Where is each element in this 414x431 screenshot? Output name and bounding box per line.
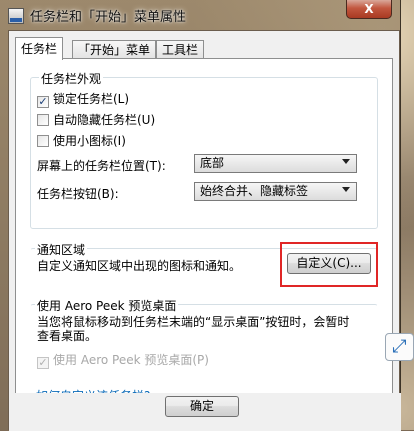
lock-taskbar-checkbox[interactable]: ✓ <box>37 96 49 108</box>
ok-button[interactable]: 确定 <box>165 396 239 417</box>
aero-peek-description-1: 当您将鼠标移动到任务栏末端的“显示桌面”按钮时，会暂时 <box>37 315 350 329</box>
auto-hide-option[interactable]: 自动隐藏任务栏(U) <box>37 111 155 128</box>
aero-peek-description-2: 查看桌面。 <box>37 329 98 343</box>
dialog-client-area: 任务栏 「开始」菜单 工具栏 任务栏外观 ✓ 锁定任务栏(L) 自动隐藏任务栏(U… <box>8 30 401 431</box>
taskbar-buttons-label: 任务栏按钮(B): <box>37 187 119 201</box>
window-title: 任务栏和「开始」菜单属性 <box>30 10 187 25</box>
small-icons-option[interactable]: 使用小图标(I) <box>37 132 126 149</box>
tab-toolbars[interactable]: 工具栏 <box>156 40 205 59</box>
lock-taskbar-option[interactable]: ✓ 锁定任务栏(L) <box>37 90 129 108</box>
properties-window: 任务栏和「开始」菜单属性 X 任务栏 「开始」菜单 工具栏 任务栏外观 ✓ 锁定任… <box>0 0 401 431</box>
aero-peek-label: 使用 Aero Peek 预览桌面(P) <box>53 353 209 367</box>
taskbar-properties-icon <box>8 8 24 24</box>
auto-hide-checkbox[interactable] <box>37 114 49 126</box>
taskbar-appearance-title: 任务栏外观 <box>39 70 104 87</box>
tab-start-menu[interactable]: 「开始」菜单 <box>72 40 157 59</box>
dialog-button-bar: 确定 <box>9 393 401 431</box>
chevron-down-icon <box>342 187 350 192</box>
customize-button[interactable]: 自定义(C)... <box>287 253 371 274</box>
taskbar-location-dropdown[interactable]: 底部 <box>194 154 357 173</box>
taskbar-location-value: 底部 <box>200 156 225 170</box>
taskbar-appearance-group: 任务栏外观 ✓ 锁定任务栏(L) 自动隐藏任务栏(U) 使用小图标(I) 屏幕上的… <box>30 70 378 229</box>
title-bar[interactable]: 任务栏和「开始」菜单属性 X <box>0 0 400 30</box>
aero-peek-group: 使用 Aero Peek 预览桌面 当您将鼠标移动到任务栏末端的“显示桌面”按钮… <box>30 297 378 369</box>
lock-taskbar-label: 锁定任务栏(L) <box>53 92 130 106</box>
aero-peek-title: 使用 Aero Peek 预览桌面 <box>35 297 179 314</box>
small-icons-label: 使用小图标(I) <box>53 134 126 148</box>
notification-area-title: 通知区域 <box>35 241 88 258</box>
taskbar-location-label: 屏幕上的任务栏位置(T): <box>37 159 166 173</box>
auto-hide-label: 自动隐藏任务栏(U) <box>53 113 156 127</box>
notification-area-description: 自定义通知区域中出现的图标和通知。 <box>37 259 242 273</box>
aero-peek-checkbox: ✓ <box>37 356 49 369</box>
chevron-down-icon <box>342 159 350 164</box>
resize-arrow-icon[interactable]: ⤢ <box>385 333 414 361</box>
taskbar-buttons-dropdown[interactable]: 始终合并、隐藏标签 <box>194 182 357 201</box>
taskbar-tab-panel: 任务栏外观 ✓ 锁定任务栏(L) 自动隐藏任务栏(U) 使用小图标(I) 屏幕上的… <box>15 58 393 423</box>
small-icons-checkbox[interactable] <box>37 135 49 147</box>
tab-taskbar[interactable]: 任务栏 <box>15 37 64 60</box>
close-button[interactable]: X <box>346 0 392 19</box>
aero-peek-option: ✓ 使用 Aero Peek 预览桌面(P) <box>37 351 209 369</box>
taskbar-buttons-value: 始终合并、隐藏标签 <box>200 184 309 198</box>
